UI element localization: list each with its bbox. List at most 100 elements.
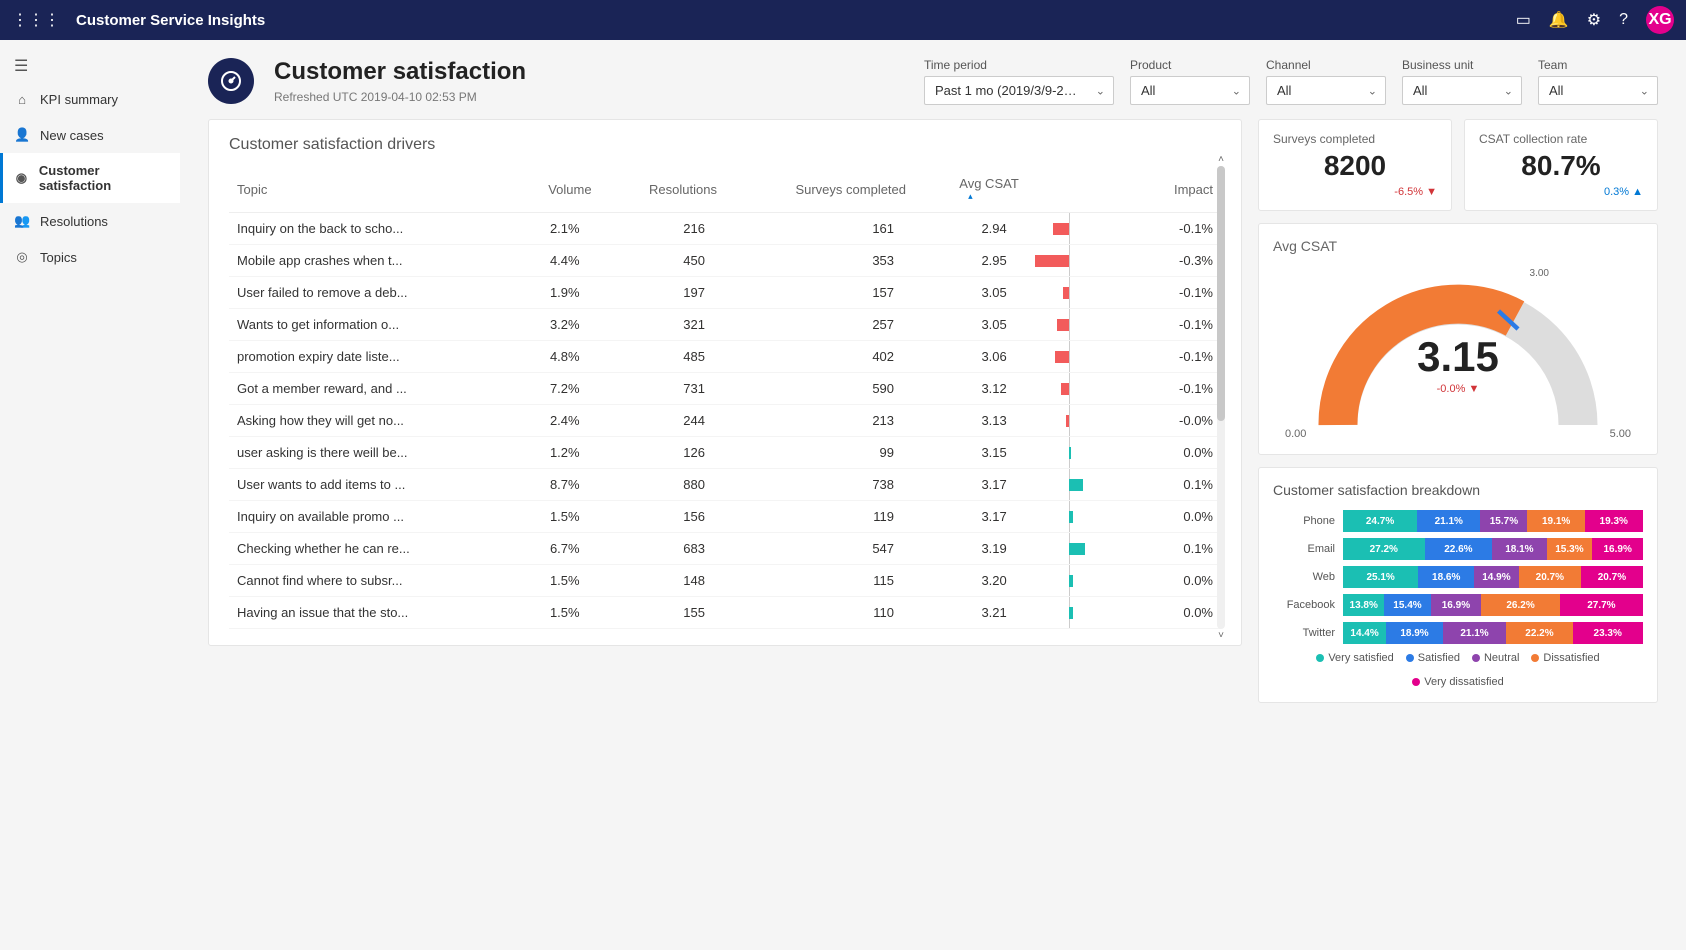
cell-topic: User failed to remove a deb... bbox=[229, 277, 511, 309]
table-row[interactable]: Got a member reward, and ...7.2%7315903.… bbox=[229, 373, 1221, 405]
filter-team: TeamAll⌄ bbox=[1538, 58, 1658, 105]
table-row[interactable]: Having an issue that the sto...1.5%15511… bbox=[229, 597, 1221, 629]
table-row[interactable]: User wants to add items to ...8.7%880738… bbox=[229, 469, 1221, 501]
breakdown-bar: 13.8%15.4%16.9%26.2%27.7% bbox=[1343, 594, 1643, 616]
cell-surveys: 257 bbox=[725, 309, 914, 341]
cell-volume: 2.1% bbox=[511, 213, 600, 245]
gear-icon[interactable]: ⚙ bbox=[1587, 10, 1601, 30]
cell-impact: -0.1% bbox=[1027, 309, 1221, 341]
table-row[interactable]: promotion expiry date liste...4.8%485402… bbox=[229, 341, 1221, 373]
cell-csat: 3.05 bbox=[914, 309, 1027, 341]
breakdown-seg: 16.9% bbox=[1592, 538, 1643, 560]
cell-resolutions: 880 bbox=[600, 469, 725, 501]
kpi-rate: CSAT collection rate 80.7% 0.3% ▲ bbox=[1464, 119, 1658, 211]
monitor-icon[interactable]: ▭ bbox=[1516, 10, 1531, 30]
scroll-up-icon[interactable]: ˄ bbox=[1217, 154, 1225, 165]
topbar: ⋮⋮⋮ Customer Service Insights ▭ 🔔 ⚙ ? XG bbox=[0, 0, 1686, 40]
cell-volume: 4.8% bbox=[511, 341, 600, 373]
sidebar: ☰ ⌂KPI summary👤New cases◉Customer satisf… bbox=[0, 40, 180, 950]
breakdown-seg: 19.3% bbox=[1585, 510, 1643, 532]
chevron-down-icon: ⌄ bbox=[1232, 84, 1241, 97]
col-avg-csat[interactable]: Avg CSAT bbox=[914, 166, 1027, 213]
col-resolutions[interactable]: Resolutions bbox=[600, 166, 725, 213]
breakdown-seg: 24.7% bbox=[1343, 510, 1417, 532]
breakdown-bar: 14.4%18.9%21.1%22.2%23.3% bbox=[1343, 622, 1643, 644]
table-row[interactable]: Inquiry on the back to scho...2.1%216161… bbox=[229, 213, 1221, 245]
col-topic[interactable]: Topic bbox=[229, 166, 511, 213]
filter-channel: ChannelAll⌄ bbox=[1266, 58, 1386, 105]
nav-label: Customer satisfaction bbox=[39, 163, 166, 193]
breakdown-seg: 18.6% bbox=[1418, 566, 1474, 588]
breakdown-name: Facebook bbox=[1273, 599, 1343, 611]
table-row[interactable]: Wants to get information o...3.2%3212573… bbox=[229, 309, 1221, 341]
gauge-title: Avg CSAT bbox=[1273, 238, 1643, 254]
bell-icon[interactable]: 🔔 bbox=[1549, 10, 1569, 30]
filter-select[interactable]: All⌄ bbox=[1538, 76, 1658, 105]
col-impact[interactable]: Impact bbox=[1027, 166, 1221, 213]
table-row[interactable]: Inquiry on available promo ...1.5%156119… bbox=[229, 501, 1221, 533]
filter-label: Time period bbox=[924, 58, 1114, 72]
breakdown-name: Twitter bbox=[1273, 627, 1343, 639]
avatar[interactable]: XG bbox=[1646, 6, 1674, 34]
filter-select[interactable]: Past 1 mo (2019/3/9-2019/...⌄ bbox=[924, 76, 1114, 105]
cell-topic: Wants to get information o... bbox=[229, 309, 511, 341]
chevron-down-icon: ⌄ bbox=[1640, 84, 1649, 97]
gauge-card: Avg CSAT 3.00 3.15 -0.0% ▼ bbox=[1258, 223, 1658, 455]
filter-select[interactable]: All⌄ bbox=[1402, 76, 1522, 105]
table-row[interactable]: Cannot find where to subsr...1.5%1481153… bbox=[229, 565, 1221, 597]
breakdown-name: Web bbox=[1273, 571, 1343, 583]
cell-csat: 3.13 bbox=[914, 405, 1027, 437]
kpi-surveys-delta: -6.5% ▼ bbox=[1273, 186, 1437, 198]
table-scrollbar[interactable]: ˄ ˅ bbox=[1217, 166, 1225, 629]
help-icon[interactable]: ? bbox=[1619, 11, 1628, 29]
col-surveys-completed[interactable]: Surveys completed bbox=[725, 166, 914, 213]
cell-topic: promotion expiry date liste... bbox=[229, 341, 511, 373]
table-row[interactable]: Checking whether he can re...6.7%6835473… bbox=[229, 533, 1221, 565]
filter-select[interactable]: All⌄ bbox=[1266, 76, 1386, 105]
hamburger-icon[interactable]: ☰ bbox=[0, 50, 180, 82]
filter-bar: Time period Past 1 mo (2019/3/9-2019/...⌄… bbox=[924, 58, 1658, 105]
filter-select[interactable]: All⌄ bbox=[1130, 76, 1250, 105]
kpi-surveys: Surveys completed 8200 -6.5% ▼ bbox=[1258, 119, 1452, 211]
chevron-down-icon: ⌄ bbox=[1096, 84, 1105, 97]
cell-volume: 1.5% bbox=[511, 597, 600, 629]
cell-surveys: 110 bbox=[725, 597, 914, 629]
scroll-thumb[interactable] bbox=[1217, 166, 1225, 421]
cell-topic: Got a member reward, and ... bbox=[229, 373, 511, 405]
nav-icon: 👥 bbox=[14, 213, 30, 229]
chevron-down-icon: ⌄ bbox=[1368, 84, 1377, 97]
table-row[interactable]: Mobile app crashes when t...4.4%4503532.… bbox=[229, 245, 1221, 277]
table-row[interactable]: user asking is there weill be...1.2%1269… bbox=[229, 437, 1221, 469]
scroll-down-icon[interactable]: ˅ bbox=[1217, 630, 1225, 641]
sidebar-item-topics[interactable]: ◎Topics bbox=[0, 239, 180, 275]
cell-impact: -0.1% bbox=[1027, 373, 1221, 405]
drivers-title: Customer satisfaction drivers bbox=[229, 136, 1221, 154]
cell-topic: Inquiry on available promo ... bbox=[229, 501, 511, 533]
col-volume[interactable]: Volume bbox=[511, 166, 600, 213]
waffle-icon[interactable]: ⋮⋮⋮ bbox=[12, 10, 60, 30]
cell-csat: 3.20 bbox=[914, 565, 1027, 597]
cell-impact: -0.0% bbox=[1027, 405, 1221, 437]
kpi-surveys-value: 8200 bbox=[1273, 150, 1437, 182]
breakdown-seg: 21.1% bbox=[1417, 510, 1480, 532]
breakdown-seg: 14.4% bbox=[1343, 622, 1386, 644]
cell-surveys: 213 bbox=[725, 405, 914, 437]
cell-surveys: 157 bbox=[725, 277, 914, 309]
cell-topic: User wants to add items to ... bbox=[229, 469, 511, 501]
table-row[interactable]: Asking how they will get no...2.4%244213… bbox=[229, 405, 1221, 437]
sidebar-item-new-cases[interactable]: 👤New cases bbox=[0, 117, 180, 153]
cell-volume: 7.2% bbox=[511, 373, 600, 405]
cell-resolutions: 321 bbox=[600, 309, 725, 341]
cell-topic: Asking how they will get no... bbox=[229, 405, 511, 437]
sidebar-item-customer-satisfaction[interactable]: ◉Customer satisfaction bbox=[0, 153, 180, 203]
kpi-rate-delta: 0.3% ▲ bbox=[1479, 186, 1643, 198]
cell-volume: 1.2% bbox=[511, 437, 600, 469]
breakdown-seg: 19.1% bbox=[1527, 510, 1584, 532]
cell-surveys: 738 bbox=[725, 469, 914, 501]
nav-label: Resolutions bbox=[40, 214, 108, 229]
sidebar-item-kpi-summary[interactable]: ⌂KPI summary bbox=[0, 82, 180, 117]
breakdown-seg: 15.4% bbox=[1384, 594, 1430, 616]
breakdown-seg: 20.7% bbox=[1519, 566, 1581, 588]
sidebar-item-resolutions[interactable]: 👥 Resolutions bbox=[0, 203, 180, 239]
table-row[interactable]: User failed to remove a deb...1.9%197157… bbox=[229, 277, 1221, 309]
